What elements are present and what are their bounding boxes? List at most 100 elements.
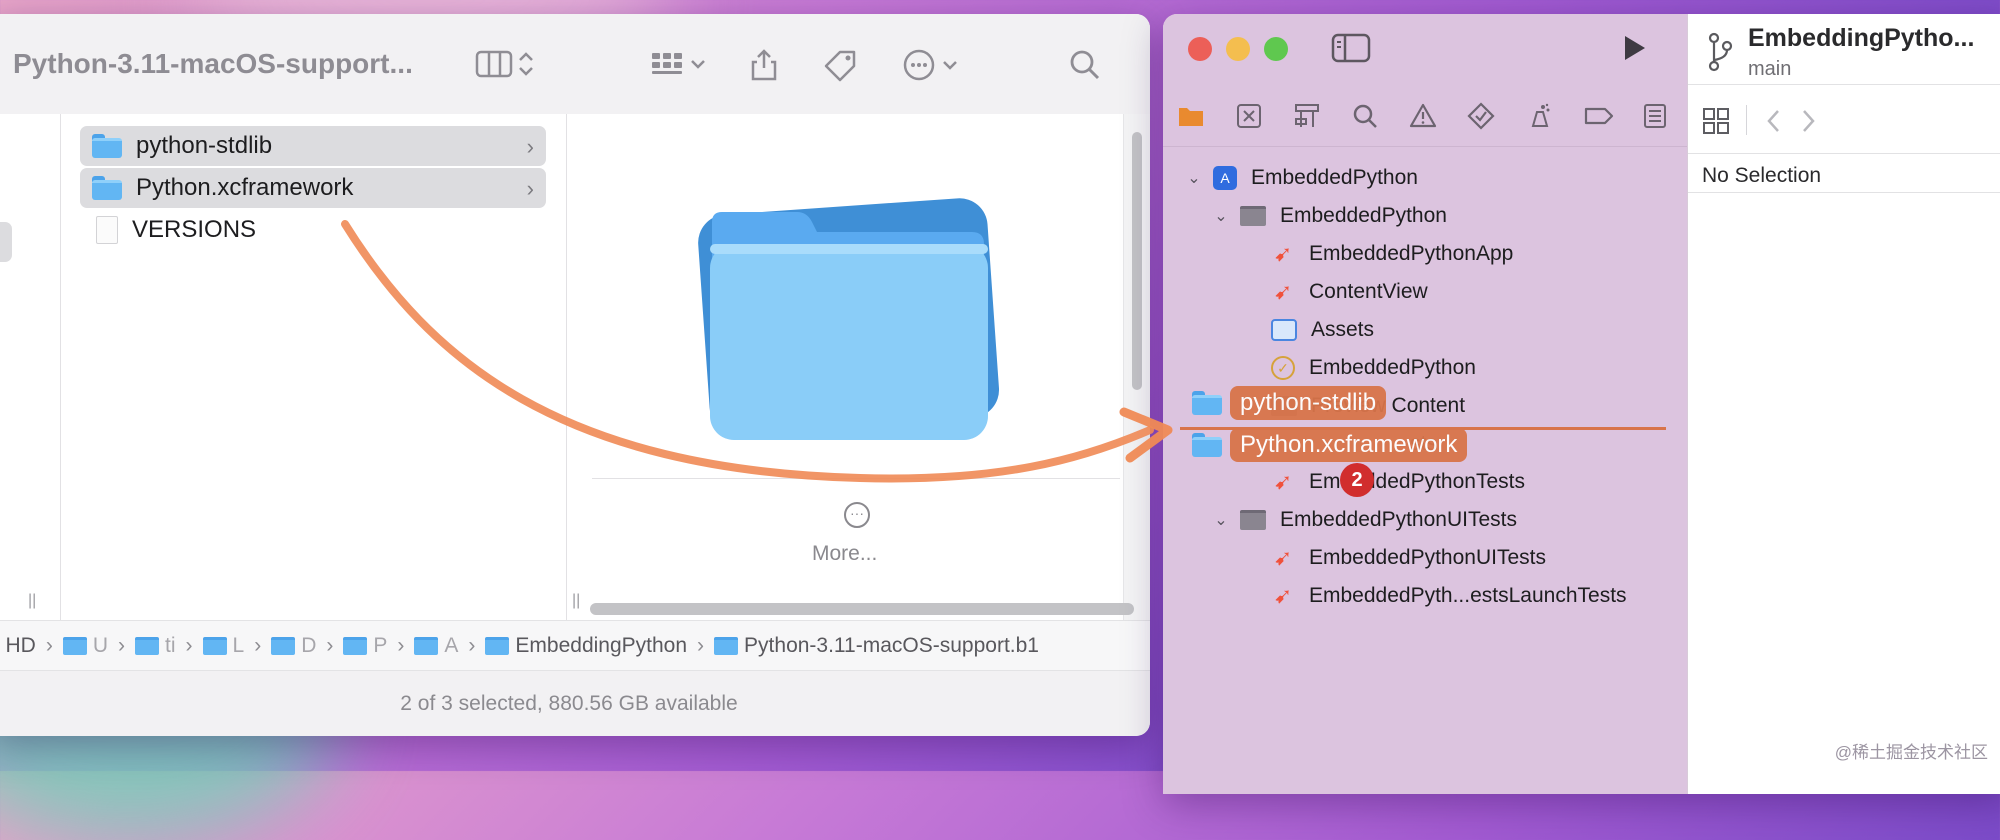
tree-item-project[interactable]: ⌄ A EmbeddedPython <box>1185 159 1418 197</box>
horizontal-scrollbar[interactable] <box>590 603 1134 615</box>
issue-icon[interactable] <box>1409 102 1437 130</box>
tree-item-label: Assets <box>1311 318 1375 341</box>
file-row-python-stdlib[interactable]: python-stdlib › <box>80 126 546 166</box>
path-separator: › <box>697 634 705 657</box>
path-separator: › <box>397 634 405 657</box>
path-bar: n HD › U › ti › L › D › P › A › Embeddin… <box>0 620 1150 671</box>
branch-name: main <box>1748 58 1792 80</box>
disclosure-chevron-icon[interactable]: ⌄ <box>1185 168 1203 188</box>
folder-icon <box>1192 433 1222 457</box>
file-row-versions[interactable]: VERSIONS <box>80 210 546 250</box>
disclosure-chevron-icon[interactable]: ⌄ <box>1212 206 1230 226</box>
path-item-library[interactable]: L <box>202 634 245 658</box>
swift-file-icon: ➹ <box>1273 583 1293 608</box>
tree-item-file[interactable]: ➹ EmbeddedPythonUITests <box>1271 539 1546 577</box>
path-item-users[interactable]: U <box>62 634 108 658</box>
sidebar-toggle-icon[interactable] <box>1331 32 1371 69</box>
view-switch-chevron-icon[interactable] <box>516 48 536 85</box>
path-item-label: Python-3.11-macOS-support.b1 <box>744 634 1039 657</box>
tree-item-file[interactable]: ➹ ContentView <box>1271 273 1428 311</box>
forward-chevron-icon[interactable] <box>1798 107 1818 140</box>
tree-item-file[interactable]: ➹ EmbeddedPythonTests <box>1271 463 1525 501</box>
path-item-label: P <box>373 634 388 657</box>
more-button-label[interactable]: More... <box>812 542 877 566</box>
path-item-embeddingpython[interactable]: EmbeddingPython <box>485 634 687 658</box>
asset-catalog-icon <box>1271 319 1297 341</box>
chevron-right-icon: › <box>526 176 534 201</box>
project-navigator-icon[interactable] <box>1177 102 1205 130</box>
path-separator: › <box>45 634 53 657</box>
file-name: python-stdlib <box>136 132 273 159</box>
back-chevron-icon[interactable] <box>1764 107 1784 140</box>
debug-icon[interactable] <box>1525 102 1553 130</box>
vertical-scroll-track[interactable] <box>1123 114 1150 620</box>
find-icon[interactable] <box>1351 102 1379 130</box>
path-item-label: ti <box>165 634 176 657</box>
project-title: EmbeddingPytho... <box>1748 24 1975 52</box>
swift-file-icon: ➹ <box>1273 279 1293 304</box>
disclosure-chevron-icon[interactable]: ⌄ <box>1212 510 1230 530</box>
zoom-window-button[interactable] <box>1264 37 1288 61</box>
grid-view-icon[interactable] <box>1702 107 1730 140</box>
tree-item-file[interactable]: Assets <box>1271 311 1374 349</box>
column-resize-handle[interactable]: || <box>572 592 580 610</box>
drag-item-label: Python.xcframework <box>1230 428 1468 462</box>
navigator-selector-bar <box>1163 82 1687 147</box>
vertical-scrollbar[interactable] <box>1132 132 1142 390</box>
folder-icon <box>92 176 122 200</box>
path-item-developer[interactable]: D <box>271 634 316 658</box>
column-resize-handle[interactable]: || <box>28 592 36 610</box>
path-item-apps[interactable]: A <box>414 634 458 658</box>
folder-icon <box>202 637 227 655</box>
tree-item-group-uitests[interactable]: ⌄ EmbeddedPythonUITests <box>1212 501 1517 539</box>
more-actions-icon[interactable] <box>902 48 968 87</box>
report-icon[interactable] <box>1641 102 1669 130</box>
swift-file-icon: ➹ <box>1273 545 1293 570</box>
finder-toolbar: Python-3.11-macOS-support... <box>0 14 1150 115</box>
swift-file-icon: ➹ <box>1273 469 1293 494</box>
test-icon[interactable] <box>1467 102 1495 130</box>
preview-pane: ··· More... <box>592 114 1120 620</box>
file-name: VERSIONS <box>132 216 257 243</box>
drag-item-python-stdlib: python-stdlib <box>1192 386 1387 420</box>
symbol-navigator-icon[interactable] <box>1293 102 1321 130</box>
group-folder-icon <box>1240 510 1266 530</box>
file-row-python-xcframework[interactable]: Python.xcframework › <box>80 168 546 208</box>
tree-item-file[interactable]: ➹ EmbeddedPythonApp <box>1271 235 1514 273</box>
document-icon <box>96 216 118 244</box>
path-separator: › <box>118 634 126 657</box>
xcode-project-icon: A <box>1213 166 1237 190</box>
path-item-user[interactable]: ti <box>135 634 176 658</box>
path-item-support[interactable]: Python-3.11-macOS-support.b1 <box>714 634 1039 658</box>
preview-separator <box>592 478 1120 479</box>
previous-column[interactable] <box>0 114 60 620</box>
breakpoint-icon[interactable] <box>1583 102 1614 130</box>
tree-item-group-app[interactable]: ⌄ EmbeddedPython <box>1212 197 1447 235</box>
finder-window: Python-3.11-macOS-support... python-stdl… <box>0 14 1150 736</box>
source-control-icon[interactable] <box>1235 102 1263 130</box>
chevron-right-icon: › <box>526 134 534 159</box>
search-icon[interactable] <box>1068 48 1102 87</box>
more-icon[interactable]: ··· <box>844 502 870 528</box>
column-view-icon[interactable] <box>475 48 515 85</box>
share-icon[interactable] <box>748 48 780 87</box>
column-divider[interactable] <box>60 114 61 620</box>
close-window-button[interactable] <box>1188 37 1212 61</box>
minimize-window-button[interactable] <box>1226 37 1250 61</box>
path-separator: › <box>326 634 334 657</box>
folder-preview-icon <box>698 198 1000 440</box>
run-button-icon[interactable] <box>1619 33 1649 68</box>
drag-count-badge: 2 <box>1340 463 1374 497</box>
tree-item-file[interactable]: ✓ EmbeddedPython <box>1271 349 1476 387</box>
tree-item-file[interactable]: ➹ EmbeddedPyth...estsLaunchTests <box>1271 577 1627 615</box>
branch-icon <box>1706 32 1734 77</box>
path-item-projects[interactable]: P <box>343 634 387 658</box>
path-item-label: L <box>232 634 245 657</box>
path-item-volume[interactable]: n HD <box>0 634 36 658</box>
tag-icon[interactable] <box>822 48 860 87</box>
group-by-icon[interactable] <box>650 48 710 85</box>
column-divider[interactable] <box>566 114 567 620</box>
tree-item-label: EmbeddedPythonUITests <box>1309 546 1546 569</box>
folder-icon <box>1192 391 1222 415</box>
entitlements-icon: ✓ <box>1271 356 1295 380</box>
